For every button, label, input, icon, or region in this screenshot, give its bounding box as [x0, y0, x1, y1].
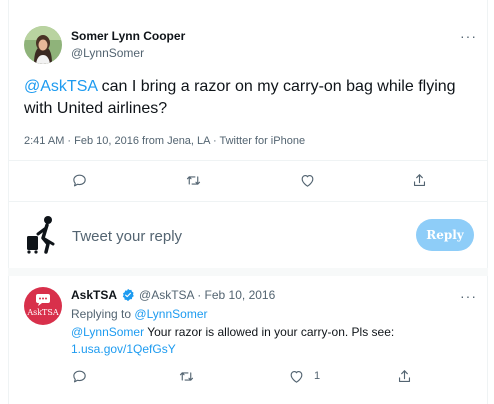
- author-name[interactable]: Somer Lynn Cooper: [71, 29, 185, 43]
- mention-link[interactable]: @AskTSA: [24, 78, 97, 95]
- reply-url-link[interactable]: 1.usa.gov/1QefGsY: [71, 342, 176, 356]
- heart-icon: [290, 370, 302, 383]
- reply-text: @LynnSomer Your razor is allowed in your…: [71, 324, 471, 358]
- retweet-icon: [179, 371, 193, 381]
- reply-avatar-icon: [24, 214, 58, 254]
- replying-to-handle[interactable]: @LynnSomer: [134, 307, 207, 321]
- reply-action[interactable]: [67, 168, 91, 192]
- reply-retweet-action[interactable]: [174, 364, 198, 388]
- replying-to: Replying to @LynnSomer: [71, 307, 208, 321]
- comment-icon: [72, 370, 86, 382]
- heart-icon: [301, 174, 313, 187]
- reply-body: Your razor is allowed in your carry-on. …: [144, 325, 395, 339]
- tweet-timestamp[interactable]: 2:41 AM · Feb 10, 2016 from Jena, LA · T…: [24, 135, 305, 147]
- reply-more-options-icon[interactable]: ···: [460, 288, 477, 304]
- reply-mention-link[interactable]: @LynnSomer: [71, 325, 144, 339]
- reply-meta[interactable]: @AskTSA · Feb 10, 2016: [139, 288, 275, 302]
- reply-header: AskTSA @AskTSA · Feb 10, 2016: [71, 288, 275, 302]
- author-avatar[interactable]: [24, 26, 62, 64]
- asktsa-avatar-text: AskTSA: [27, 308, 59, 317]
- tweet-text: @AskTSA can I bring a razor on my carry-…: [24, 76, 474, 120]
- reply-input[interactable]: Tweet your reply: [72, 228, 182, 245]
- like-action[interactable]: [295, 168, 319, 192]
- verified-badge-icon: [122, 288, 134, 302]
- comment-icon: [72, 174, 86, 186]
- reply-like-action[interactable]: 1: [284, 364, 320, 388]
- reply-share-action[interactable]: [392, 364, 416, 388]
- share-icon: [398, 369, 410, 382]
- more-options-icon[interactable]: ···: [460, 28, 477, 44]
- author-handle[interactable]: @LynnSomer: [71, 46, 144, 60]
- reply-reply-action[interactable]: [67, 364, 91, 388]
- share-icon: [413, 173, 425, 186]
- asktsa-avatar[interactable]: AskTSA: [24, 287, 62, 325]
- reply-like-button[interactable]: [284, 364, 308, 388]
- divider: [8, 201, 488, 202]
- replying-to-label: Replying to: [71, 307, 132, 321]
- reply-button[interactable]: Reply: [416, 219, 474, 251]
- divider: [8, 160, 488, 161]
- section-divider: [8, 268, 488, 276]
- share-action[interactable]: [407, 168, 431, 192]
- retweet-action[interactable]: [181, 168, 205, 192]
- retweet-icon: [186, 175, 200, 185]
- like-count: 1: [314, 370, 321, 382]
- reply-author-name[interactable]: AskTSA: [71, 288, 117, 302]
